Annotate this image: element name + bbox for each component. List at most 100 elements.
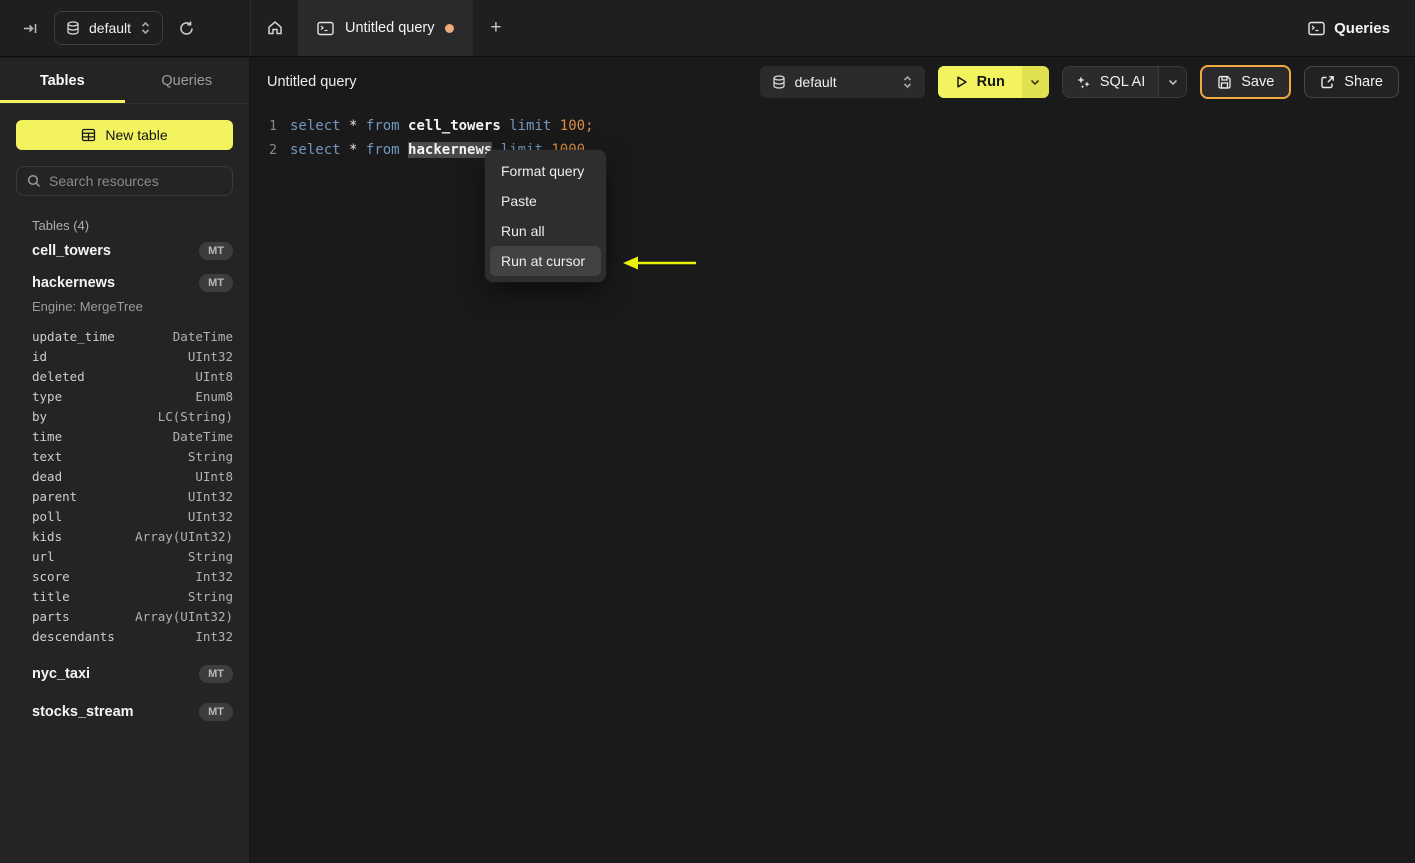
column-type: UInt32 — [187, 509, 233, 524]
sql-ai-button[interactable]: SQL AI — [1063, 67, 1158, 97]
column-type: Array(UInt32) — [135, 609, 233, 624]
column-name: id — [32, 349, 48, 364]
column-row: type Enum8 — [32, 387, 233, 407]
query-title: Untitled query — [267, 74, 357, 90]
tab-title: Untitled query — [345, 20, 435, 36]
database-icon — [772, 74, 786, 90]
save-button-label: Save — [1241, 74, 1275, 90]
main-area: Untitled query default Run SQL AI Save S… — [251, 58, 1415, 863]
sql-ai-label: SQL AI — [1099, 74, 1146, 90]
annotation-arrow-icon — [621, 254, 699, 272]
sidebar-tab-tables[interactable]: Tables — [0, 58, 125, 103]
table-row-nyc-taxi[interactable]: nyc_taxi MT — [0, 655, 249, 693]
column-row: kids Array(UInt32) — [32, 527, 233, 547]
menu-item-run-at-cursor[interactable]: Run at cursor — [490, 246, 601, 276]
tab-untitled-query[interactable]: Untitled query — [298, 0, 474, 56]
column-row: title String — [32, 587, 233, 607]
column-name: text — [32, 449, 63, 464]
column-type: DateTime — [172, 429, 233, 444]
column-type: String — [187, 449, 233, 464]
sql-ai-caret[interactable] — [1158, 67, 1187, 97]
save-icon — [1217, 75, 1232, 90]
sidebar-collapse-icon[interactable] — [22, 20, 39, 37]
toolbar: Untitled query default Run SQL AI Save S… — [251, 58, 1415, 106]
share-icon — [1320, 75, 1335, 90]
column-name: descendants — [32, 629, 115, 644]
table-name: stocks_stream — [32, 704, 134, 720]
column-row: parent UInt32 — [32, 487, 233, 507]
new-table-label: New table — [105, 127, 168, 143]
column-type: UInt32 — [187, 349, 233, 364]
bottom-tables: nyc_taxi MT stocks_stream MT — [0, 655, 249, 731]
column-row: deleted UInt8 — [32, 367, 233, 387]
header-right: Queries — [1308, 0, 1415, 56]
sidebar: Tables Queries New table Tables (4) cell… — [0, 58, 250, 863]
refresh-icon[interactable] — [178, 20, 195, 37]
new-table-button[interactable]: New table — [16, 120, 233, 150]
queries-button-label: Queries — [1334, 19, 1390, 37]
column-name: time — [32, 429, 63, 444]
run-button[interactable]: Run — [937, 66, 1022, 98]
run-button-label: Run — [976, 74, 1005, 90]
menu-item-format-query[interactable]: Format query — [490, 156, 601, 186]
table-row-stocks-stream[interactable]: stocks_stream MT — [0, 693, 249, 731]
save-button[interactable]: Save — [1200, 65, 1292, 99]
search-input[interactable] — [49, 173, 222, 189]
search-icon — [27, 174, 41, 188]
sidebar-tabs: Tables Queries — [0, 58, 249, 104]
code-line[interactable]: 2select * from hackernews limit 1000 — [261, 138, 1415, 162]
sparkles-icon — [1076, 75, 1091, 90]
table-row-cell-towers[interactable]: cell_towers MT — [0, 235, 249, 267]
table-row-hackernews[interactable]: hackernews MT — [0, 267, 249, 299]
engine-badge: MT — [199, 665, 233, 683]
column-type: UInt8 — [195, 469, 233, 484]
column-type: UInt32 — [187, 489, 233, 504]
menu-item-paste[interactable]: Paste — [490, 186, 601, 216]
table-grid-icon — [81, 128, 96, 142]
column-type: DateTime — [172, 329, 233, 344]
share-button[interactable]: Share — [1304, 66, 1399, 98]
column-row: update_time DateTime — [32, 327, 233, 347]
column-row: parts Array(UInt32) — [32, 607, 233, 627]
engine-label: Engine: MergeTree — [32, 299, 143, 314]
column-type: Int32 — [195, 629, 233, 644]
column-row: time DateTime — [32, 427, 233, 447]
search-box — [16, 166, 233, 196]
column-row: poll UInt32 — [32, 507, 233, 527]
home-button[interactable] — [251, 0, 298, 56]
column-name: url — [32, 549, 55, 564]
tab-strip: Untitled query + — [250, 0, 518, 56]
column-row: by LC(String) — [32, 407, 233, 427]
toolbar-database-selector[interactable]: default — [759, 66, 925, 98]
columns-list: update_time DateTime id UInt32 deleted UInt8 t… — [0, 320, 249, 655]
chevron-updown-icon — [902, 75, 913, 89]
column-name: title — [32, 589, 70, 604]
column-row: text String — [32, 447, 233, 467]
queries-button[interactable]: Queries — [1308, 20, 1390, 37]
table-name: hackernews — [32, 275, 116, 291]
toolbar-database-value: default — [794, 74, 837, 90]
sql-editor[interactable]: 1 select * from cell_towers limit 100; 2 se… — [251, 106, 1415, 162]
header-database-selector[interactable]: default — [54, 11, 164, 45]
engine-badge: MT — [199, 242, 233, 260]
column-type: String — [187, 589, 233, 604]
top-header: default Untitled query + Queries — [0, 0, 1415, 57]
unsaved-indicator-dot — [445, 23, 455, 33]
table-name: cell_towers — [32, 243, 111, 259]
play-icon — [955, 75, 968, 89]
column-name: score — [32, 569, 70, 584]
column-name: by — [32, 409, 48, 424]
column-name: parent — [32, 489, 78, 504]
menu-item-run-all[interactable]: Run all — [490, 216, 601, 246]
database-icon — [66, 20, 80, 36]
column-row: score Int32 — [32, 567, 233, 587]
terminal-icon — [1308, 21, 1325, 36]
new-tab-button[interactable]: + — [473, 0, 518, 56]
engine-badge: MT — [199, 703, 233, 721]
line-number: 2 — [269, 142, 277, 158]
run-options-caret[interactable] — [1021, 66, 1049, 98]
sidebar-tab-queries[interactable]: Queries — [125, 58, 250, 103]
column-type: Array(UInt32) — [135, 529, 233, 544]
code-line[interactable]: 1 select * from cell_towers limit 100; — [261, 114, 1415, 138]
column-type: UInt8 — [195, 369, 233, 384]
